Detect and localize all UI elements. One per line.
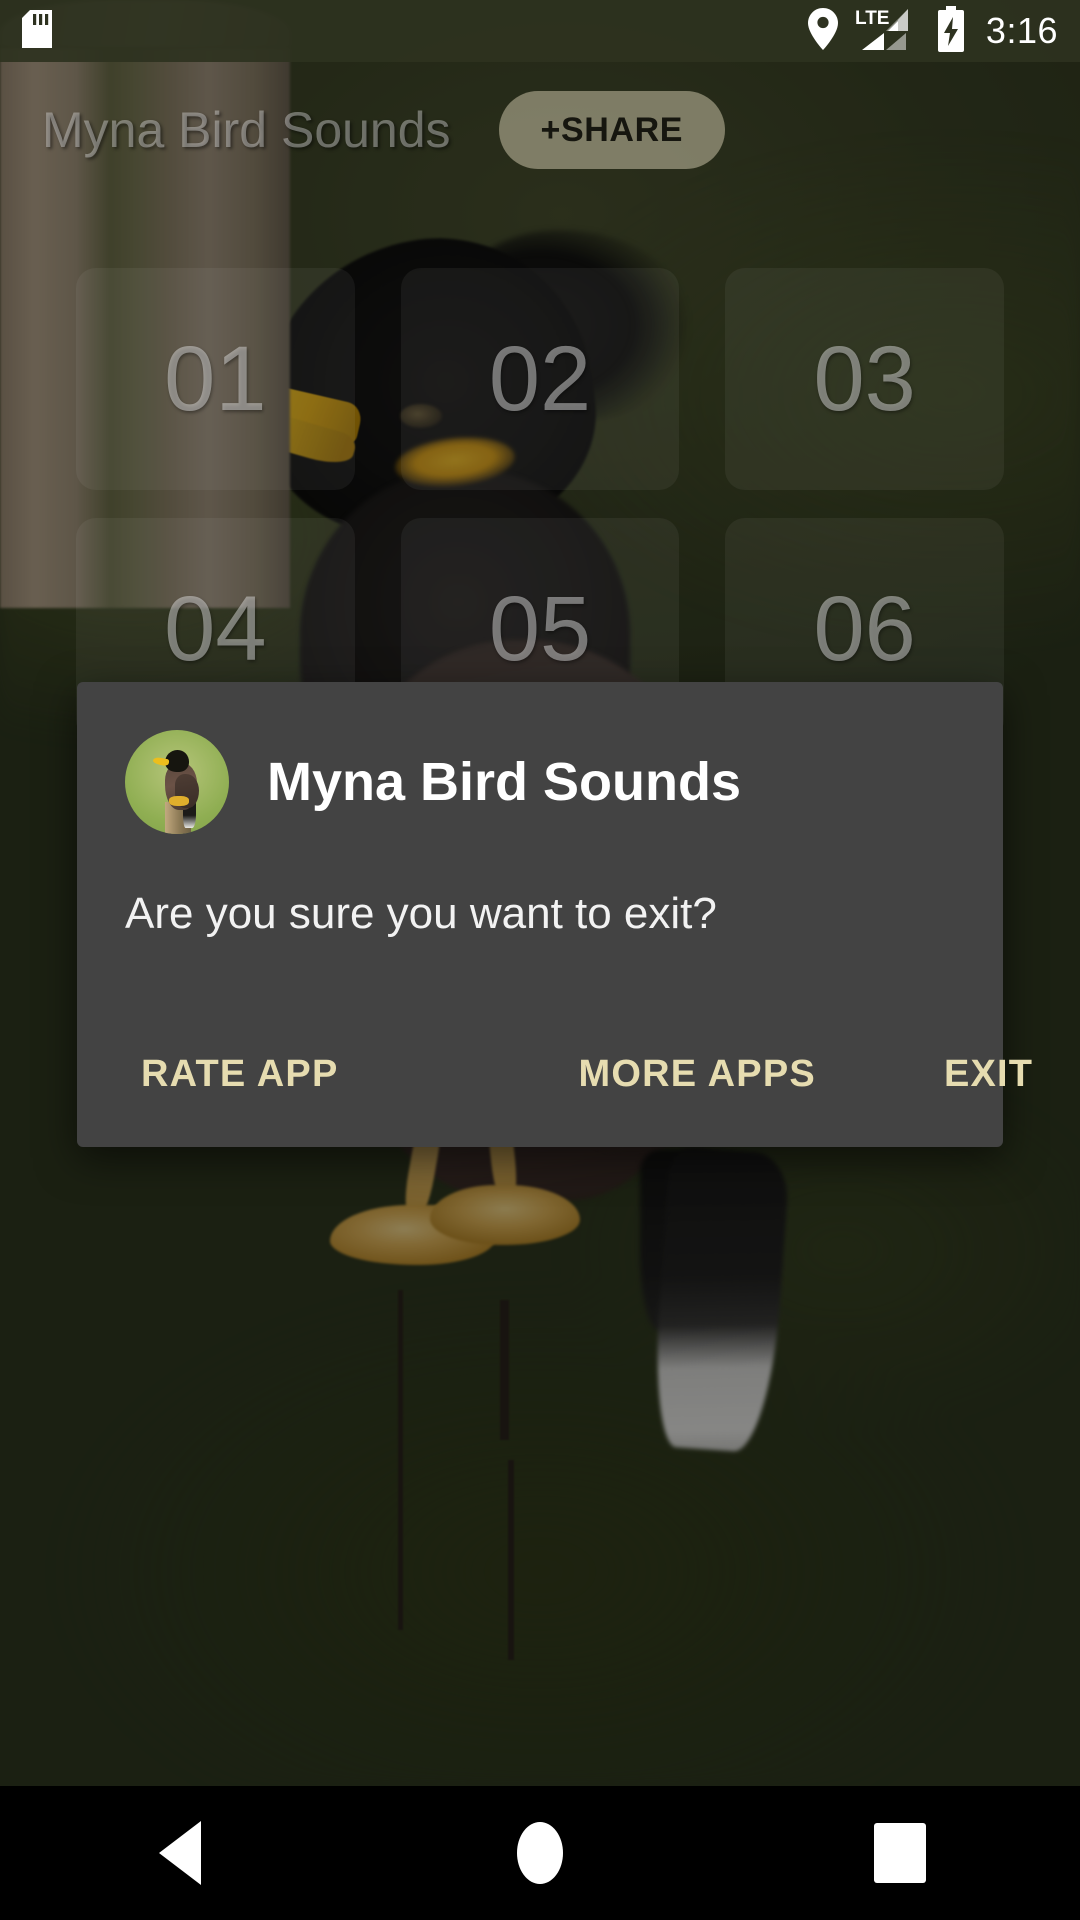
tile-label: 01 — [164, 328, 267, 430]
home-icon — [517, 1822, 563, 1884]
tile-label: 06 — [813, 578, 916, 680]
phone-screen: LTE 3:16 Myna Bird Sounds +SHARE 01 02 0… — [0, 0, 1080, 1920]
status-bar-clock: 3:16 — [985, 10, 1058, 51]
tile-label: 03 — [813, 328, 916, 430]
sound-tile-grid: 01 02 03 04 05 06 — [76, 268, 1004, 740]
battery-charging-icon — [936, 5, 966, 57]
myna-bird-app-icon — [125, 730, 229, 834]
exit-confirmation-dialog: Myna Bird Sounds Are you sure you want t… — [77, 682, 1032, 1147]
app-toolbar: Myna Bird Sounds +SHARE — [0, 62, 1080, 197]
dialog-message: Are you sure you want to exit? — [125, 889, 717, 938]
tile-label: 04 — [164, 578, 267, 680]
sd-card-icon — [22, 9, 52, 53]
status-bar: LTE 3:16 — [0, 0, 1080, 62]
tile-label: 02 — [488, 328, 592, 430]
nav-recents-button[interactable] — [810, 1803, 990, 1903]
app-icon-bird-beak — [152, 756, 170, 767]
system-navigation-bar — [0, 1786, 1080, 1920]
more-apps-button[interactable]: MORE APPS — [559, 1037, 836, 1111]
recents-icon — [874, 1823, 926, 1883]
status-bar-left — [22, 9, 52, 53]
dialog-header: Myna Bird Sounds — [77, 730, 1003, 834]
sound-tile-03[interactable]: 03 — [725, 268, 1004, 490]
status-bar-right: LTE 3:16 — [807, 5, 1058, 57]
svg-text:LTE: LTE — [855, 8, 889, 29]
sound-tile-02[interactable]: 02 — [400, 268, 680, 490]
page-title: Myna Bird Sounds — [42, 101, 451, 158]
share-button[interactable]: +SHARE — [498, 90, 726, 169]
sound-tile-01[interactable]: 01 — [76, 268, 355, 490]
dialog-action-row: RATE APP MORE APPS EXIT — [77, 941, 1032, 1147]
rate-app-button[interactable]: RATE APP — [121, 1037, 359, 1111]
exit-button[interactable]: EXIT — [924, 1037, 1053, 1111]
tile-label: 05 — [488, 578, 592, 680]
location-pin-icon — [807, 7, 838, 55]
back-icon — [159, 1821, 201, 1885]
nav-back-button[interactable] — [90, 1803, 270, 1903]
app-icon-bird-legs — [169, 796, 189, 806]
dialog-title: Myna Bird Sounds — [267, 752, 742, 812]
lte-signal-icon: LTE — [854, 7, 920, 56]
nav-home-button[interactable] — [450, 1803, 630, 1903]
